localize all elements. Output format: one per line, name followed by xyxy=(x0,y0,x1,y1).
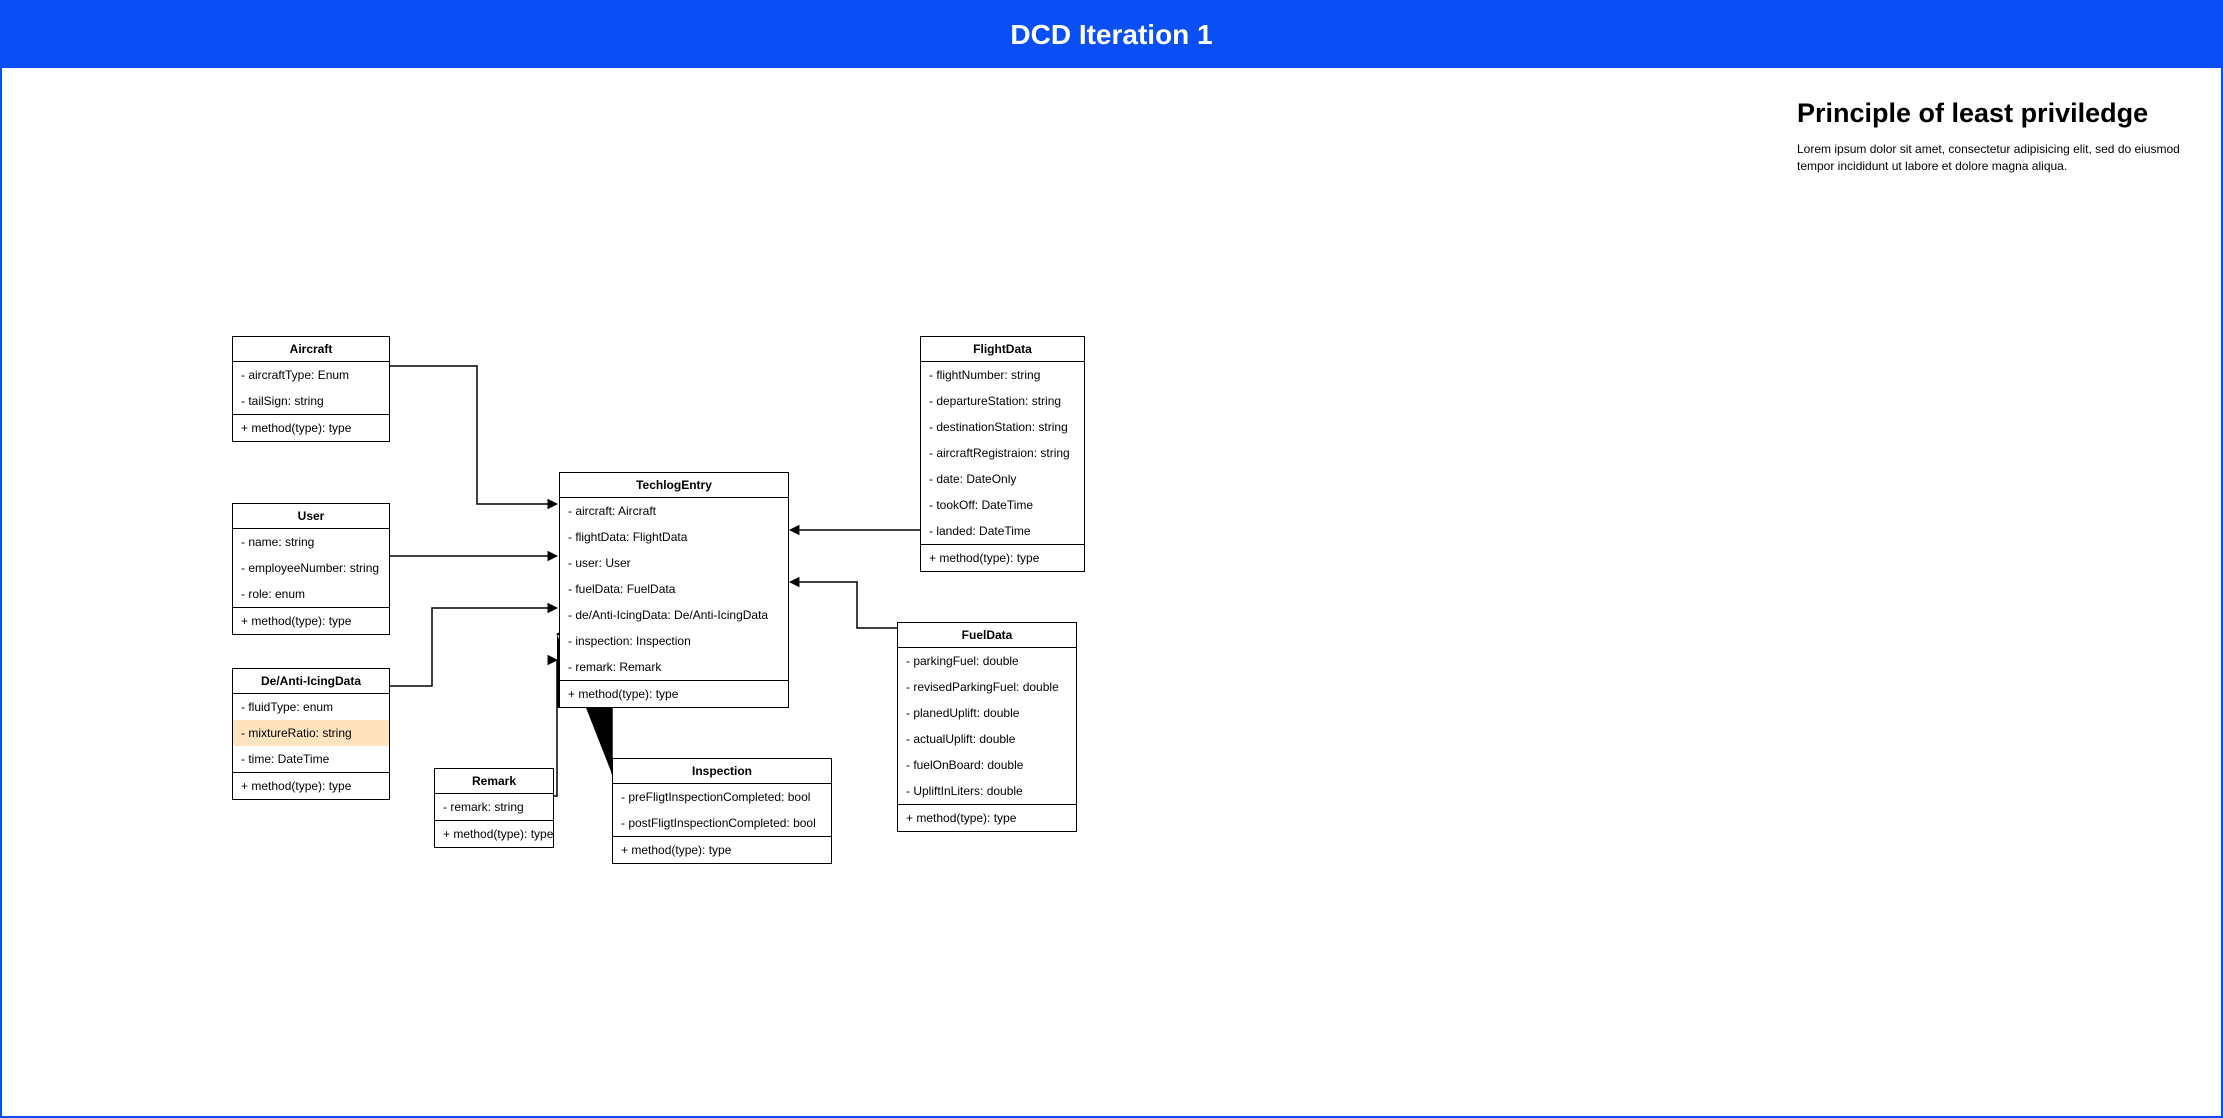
class-inspection[interactable]: Inspection - preFligtInspectionCompleted… xyxy=(612,758,832,864)
attr-row: - fuelOnBoard: double xyxy=(898,752,1076,778)
attr-row: - remark: Remark xyxy=(560,654,788,680)
class-remark[interactable]: Remark - remark: string + method(type): … xyxy=(434,768,554,848)
attr-row: - name: string xyxy=(233,529,389,555)
class-attributes: - remark: string xyxy=(435,794,553,821)
attr-row: - UpliftInLiters: double xyxy=(898,778,1076,804)
method-row: + method(type): type xyxy=(233,773,389,799)
class-attributes: - flightNumber: string - departureStatio… xyxy=(921,362,1084,545)
class-deicing[interactable]: De/Anti-IcingData - fluidType: enum - mi… xyxy=(232,668,390,800)
class-methods: + method(type): type xyxy=(921,545,1084,571)
attr-row: - fluidType: enum xyxy=(233,694,389,720)
attr-row: - flightNumber: string xyxy=(921,362,1084,388)
class-title: User xyxy=(233,504,389,529)
class-methods: + method(type): type xyxy=(613,837,831,863)
class-title: FuelData xyxy=(898,623,1076,648)
attr-row: - user: User xyxy=(560,550,788,576)
attr-row: - actualUplift: double xyxy=(898,726,1076,752)
class-attributes: - name: string - employeeNumber: string … xyxy=(233,529,389,608)
class-title: Aircraft xyxy=(233,337,389,362)
attr-row: - departureStation: string xyxy=(921,388,1084,414)
method-row: + method(type): type xyxy=(898,805,1076,831)
attr-row: - tookOff: DateTime xyxy=(921,492,1084,518)
attr-row: - time: DateTime xyxy=(233,746,389,772)
attr-row-highlighted: - mixtureRatio: string xyxy=(233,720,389,746)
method-row: + method(type): type xyxy=(233,415,389,441)
class-methods: + method(type): type xyxy=(560,681,788,707)
class-fueldata[interactable]: FuelData - parkingFuel: double - revised… xyxy=(897,622,1077,832)
class-methods: + method(type): type xyxy=(233,773,389,799)
attr-row: - revisedParkingFuel: double xyxy=(898,674,1076,700)
attr-row: - de/Anti-IcingData: De/Anti-IcingData xyxy=(560,602,788,628)
diagram-frame: DCD Iteration 1 Principle of least privi… xyxy=(0,0,2223,1118)
class-title: TechlogEntry xyxy=(560,473,788,498)
class-techlogentry[interactable]: TechlogEntry - aircraft: Aircraft - flig… xyxy=(559,472,789,708)
attr-row: - aircraftType: Enum xyxy=(233,362,389,388)
diagram-canvas[interactable]: Aircraft - aircraftType: Enum - tailSign… xyxy=(2,68,2221,1116)
attr-row: - tailSign: string xyxy=(233,388,389,414)
class-methods: + method(type): type xyxy=(233,608,389,634)
page-title: DCD Iteration 1 xyxy=(1010,19,1212,51)
class-flightdata[interactable]: FlightData - flightNumber: string - depa… xyxy=(920,336,1085,572)
class-title: FlightData xyxy=(921,337,1084,362)
attr-row: - preFligtInspectionCompleted: bool xyxy=(613,784,831,810)
method-row: + method(type): type xyxy=(560,681,788,707)
class-title: Inspection xyxy=(613,759,831,784)
attr-row: - destinationStation: string xyxy=(921,414,1084,440)
class-methods: + method(type): type xyxy=(233,415,389,441)
attr-row: - postFligtInspectionCompleted: bool xyxy=(613,810,831,836)
class-attributes: - aircraftType: Enum - tailSign: string xyxy=(233,362,389,415)
attr-row: - date: DateOnly xyxy=(921,466,1084,492)
class-user[interactable]: User - name: string - employeeNumber: st… xyxy=(232,503,390,635)
class-attributes: - parkingFuel: double - revisedParkingFu… xyxy=(898,648,1076,805)
class-title: Remark xyxy=(435,769,553,794)
attr-row: - aircraft: Aircraft xyxy=(560,498,788,524)
method-row: + method(type): type xyxy=(233,608,389,634)
header-bar: DCD Iteration 1 xyxy=(2,2,2221,68)
attr-row: - employeeNumber: string xyxy=(233,555,389,581)
attr-row: - planedUplift: double xyxy=(898,700,1076,726)
class-title: De/Anti-IcingData xyxy=(233,669,389,694)
attr-row: - flightData: FlightData xyxy=(560,524,788,550)
attr-row: - aircraftRegistraion: string xyxy=(921,440,1084,466)
method-row: + method(type): type xyxy=(435,821,553,847)
class-aircraft[interactable]: Aircraft - aircraftType: Enum - tailSign… xyxy=(232,336,390,442)
attr-row: - inspection: Inspection xyxy=(560,628,788,654)
attr-row: - parkingFuel: double xyxy=(898,648,1076,674)
method-row: + method(type): type xyxy=(921,545,1084,571)
attr-row: - fuelData: FuelData xyxy=(560,576,788,602)
class-attributes: - fluidType: enum - mixtureRatio: string… xyxy=(233,694,389,773)
class-methods: + method(type): type xyxy=(898,805,1076,831)
class-attributes: - preFligtInspectionCompleted: bool - po… xyxy=(613,784,831,837)
attr-row: - remark: string xyxy=(435,794,553,820)
attr-row: - role: enum xyxy=(233,581,389,607)
method-row: + method(type): type xyxy=(613,837,831,863)
class-attributes: - aircraft: Aircraft - flightData: Fligh… xyxy=(560,498,788,681)
attr-row: - landed: DateTime xyxy=(921,518,1084,544)
class-methods: + method(type): type xyxy=(435,821,553,847)
